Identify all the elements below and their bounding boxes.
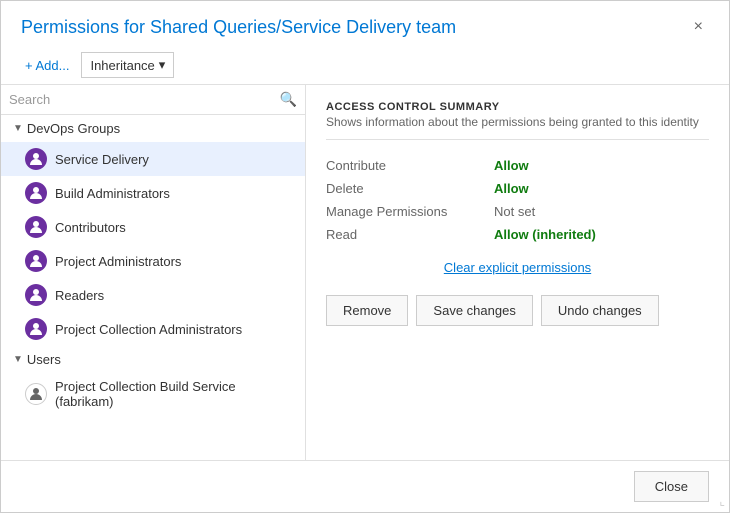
list-item-build-service[interactable]: Project Collection Build Service (fabrik… [1,373,305,415]
search-input[interactable] [9,92,274,107]
toolbar: + Add... Inheritance ▾ [1,46,729,84]
right-panel: ACCESS CONTROL SUMMARY Shows information… [306,85,729,460]
inheritance-label: Inheritance [90,58,154,73]
search-icon: 🔍 [280,91,297,108]
perm-value-contribute: Allow [494,156,709,175]
perm-label-contribute: Contribute [326,156,486,175]
list-item-contributors[interactable]: Contributors [1,210,305,244]
list-item-label: Contributors [55,220,126,235]
search-box: 🔍 [1,85,305,115]
avatar-readers [25,284,47,306]
list-item-label: Project Administrators [55,254,181,269]
add-button[interactable]: + Add... [21,56,73,75]
perm-value-read: Allow (inherited) [494,225,709,244]
devops-groups-label: DevOps Groups [27,121,120,136]
chevron-icon: ▼ [13,123,23,134]
list-item-label: Build Administrators [55,186,170,201]
list-item-readers[interactable]: Readers [1,278,305,312]
list-item-service-delivery[interactable]: Service Delivery [1,142,305,176]
dialog-title: Permissions for Shared Queries/Service D… [21,17,456,38]
chevron-icon: ▼ [13,354,23,365]
devops-groups-header[interactable]: ▼ DevOps Groups [1,115,305,142]
remove-button[interactable]: Remove [326,295,408,326]
list-item-build-administrators[interactable]: Build Administrators [1,176,305,210]
close-icon-button[interactable]: × [688,17,709,37]
list-item-label: Project Collection Administrators [55,322,242,337]
chevron-down-icon: ▾ [159,57,166,73]
list-item-label: Project Collection Build Service (fabrik… [55,379,293,409]
users-label: Users [27,352,61,367]
resize-handle[interactable]: ⌞ [719,494,725,508]
avatar-project-administrators [25,250,47,272]
avatar-build-service [25,383,47,405]
group-list: ▼ DevOps Groups Service Delivery Build A… [1,115,305,460]
avatar-project-collection-administrators [25,318,47,340]
left-panel: 🔍 ▼ DevOps Groups Service Delivery [1,85,306,460]
avatar-build-administrators [25,182,47,204]
perm-value-manage: Not set [494,202,709,221]
acs-subtitle: Shows information about the permissions … [326,115,709,129]
close-button[interactable]: Close [634,471,709,502]
perm-label-read: Read [326,225,486,244]
perm-label-delete: Delete [326,179,486,198]
permissions-dialog: Permissions for Shared Queries/Service D… [0,0,730,513]
dialog-header: Permissions for Shared Queries/Service D… [1,1,729,46]
permissions-table: Contribute Allow Delete Allow Manage Per… [326,156,709,244]
inheritance-button[interactable]: Inheritance ▾ [81,52,174,78]
action-buttons: Remove Save changes Undo changes [326,295,709,326]
save-changes-button[interactable]: Save changes [416,295,532,326]
avatar-contributors [25,216,47,238]
list-item-label: Service Delivery [55,152,149,167]
undo-changes-button[interactable]: Undo changes [541,295,659,326]
content-area: 🔍 ▼ DevOps Groups Service Delivery [1,84,729,460]
list-item-project-administrators[interactable]: Project Administrators [1,244,305,278]
list-item-project-collection-administrators[interactable]: Project Collection Administrators [1,312,305,346]
acs-header: ACCESS CONTROL SUMMARY Shows information… [326,101,709,140]
acs-title: ACCESS CONTROL SUMMARY [326,101,709,113]
perm-label-manage: Manage Permissions [326,202,486,221]
clear-explicit-permissions-button[interactable]: Clear explicit permissions [326,260,709,275]
perm-value-delete: Allow [494,179,709,198]
list-item-label: Readers [55,288,104,303]
avatar-service-delivery [25,148,47,170]
dialog-footer: Close [1,460,729,512]
users-header[interactable]: ▼ Users [1,346,305,373]
